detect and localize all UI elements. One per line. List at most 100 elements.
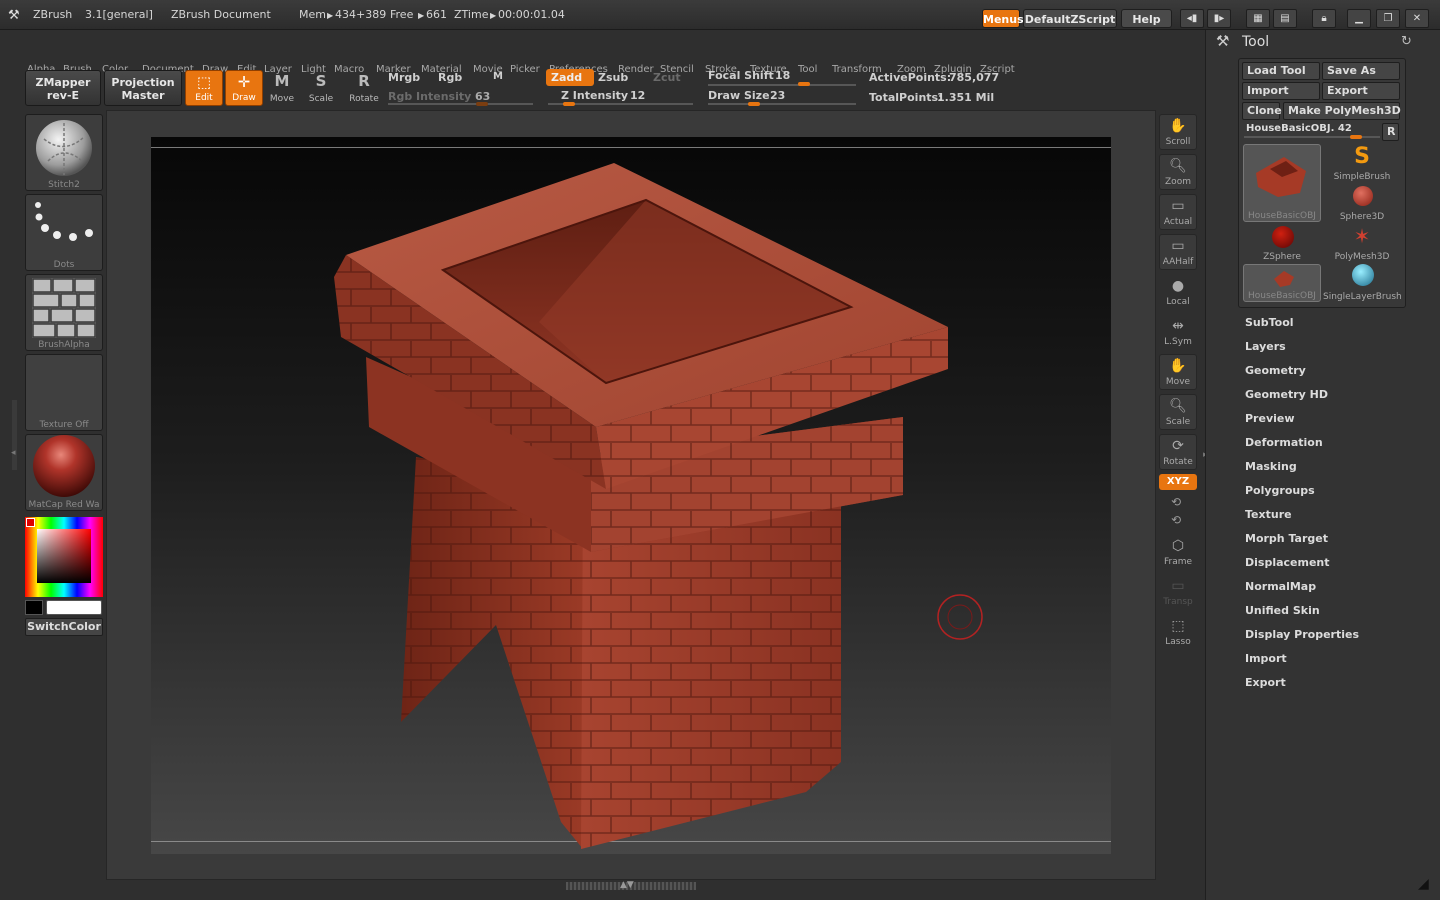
main-color-swatch[interactable] — [46, 600, 102, 615]
view-rotate-button[interactable]: ⟳ Rotate — [1159, 434, 1197, 470]
section-display-properties[interactable]: Display Properties — [1245, 628, 1359, 641]
secondary-color-swatch[interactable] — [25, 600, 43, 615]
canvas[interactable] — [151, 137, 1111, 854]
texture-slot[interactable]: Texture Off — [25, 354, 103, 431]
minimize-icon[interactable]: ▁ — [1347, 9, 1371, 28]
section-geometry[interactable]: Geometry — [1245, 364, 1306, 377]
transp-button[interactable]: ▭ Transp — [1159, 574, 1197, 610]
zoom-button[interactable]: 🔍︎ Zoom — [1159, 154, 1197, 190]
chimney-model[interactable] — [151, 137, 1111, 854]
mrgb-toggle[interactable]: Mrgb — [388, 71, 420, 84]
actual-button[interactable]: ▭ Actual — [1159, 194, 1197, 230]
left-shelf-handle[interactable] — [12, 400, 17, 470]
load-tool-button[interactable]: Load Tool — [1242, 62, 1320, 80]
section-normalmap[interactable]: NormalMap — [1245, 580, 1316, 593]
layout-prev-icon[interactable]: ◂▮ — [1180, 9, 1204, 28]
make-polymesh-button[interactable]: Make PolyMesh3D — [1283, 102, 1401, 120]
switch-color-button[interactable]: SwitchColor — [25, 618, 103, 636]
tool-thumb-sphere3d[interactable]: Sphere3D — [1323, 184, 1401, 222]
menu-picker[interactable]: Picker — [510, 64, 540, 75]
stroke-slot[interactable]: Dots — [25, 194, 103, 271]
zsub-toggle[interactable]: Zsub — [598, 71, 628, 84]
section-geometry-hd[interactable]: Geometry HD — [1245, 388, 1328, 401]
section-polygroups[interactable]: Polygroups — [1245, 484, 1315, 497]
aahalf-button[interactable]: ▭ AAHalf — [1159, 234, 1197, 270]
draw-mode-button[interactable]: ✛ Draw — [225, 70, 263, 106]
material-slot[interactable]: MatCap Red Wa — [25, 434, 103, 511]
rotate-mode-button[interactable]: R Rotate — [345, 70, 383, 106]
import-tool-button[interactable]: Import — [1242, 82, 1320, 100]
lasso-button[interactable]: ⬚ Lasso — [1159, 614, 1197, 650]
draw-size-knob[interactable] — [748, 102, 760, 106]
current-tool-name[interactable]: HouseBasicOBJ. 42 — [1246, 123, 1352, 134]
brush-slot[interactable]: Stitch2 — [25, 114, 103, 191]
draw-size-slider[interactable] — [708, 103, 856, 105]
rgb-toggle[interactable]: Rgb — [438, 71, 462, 84]
focal-shift-knob[interactable] — [798, 82, 810, 86]
z-intensity-knob[interactable] — [563, 102, 575, 106]
rgb-intensity-slider[interactable] — [388, 103, 533, 105]
xyz-toggle[interactable]: XYZ — [1159, 474, 1197, 490]
section-masking[interactable]: Masking — [1245, 460, 1297, 473]
lsym-button[interactable]: ⇹ L.Sym — [1159, 314, 1197, 350]
tool-thumb-singlelayerbrush[interactable]: SingleLayerBrush — [1323, 264, 1402, 302]
rgb-intensity-knob[interactable] — [476, 102, 488, 106]
help-button[interactable]: Help — [1121, 9, 1172, 28]
clone-button[interactable]: Clone — [1242, 102, 1282, 120]
section-layers[interactable]: Layers — [1245, 340, 1286, 353]
section-unified-skin[interactable]: Unified Skin — [1245, 604, 1320, 617]
section-morph-target[interactable]: Morph Target — [1245, 532, 1328, 545]
m-toggle[interactable]: M — [493, 71, 503, 82]
move-mode-button[interactable]: M Move — [263, 70, 301, 106]
transp-label: Transp — [1163, 597, 1193, 607]
scroll-button[interactable]: ✋ Scroll — [1159, 114, 1197, 150]
rotate-y-icon[interactable]: ⟲ — [1171, 495, 1181, 509]
left-collapse-icon[interactable]: ◂ — [11, 448, 16, 458]
color-saturation-square[interactable] — [37, 529, 91, 583]
view-move-button[interactable]: ✋ Move — [1159, 354, 1197, 390]
projection-master-button[interactable]: Projection Master — [104, 70, 182, 106]
edit-mode-button[interactable]: ⬚ Edit — [185, 70, 223, 106]
menus-button[interactable]: Menus — [982, 9, 1024, 28]
rotate-z-icon[interactable]: ⟲ — [1171, 513, 1181, 527]
focal-shift-slider[interactable] — [708, 84, 856, 86]
layout-a-icon[interactable]: ▦ — [1246, 9, 1270, 28]
save-as-button[interactable]: Save As — [1322, 62, 1400, 80]
resize-grip-icon[interactable]: ◢ — [1418, 876, 1429, 892]
alpha-slot[interactable]: BrushAlpha — [25, 274, 103, 351]
tool-thumb-house-small[interactable]: HouseBasicOBJ — [1243, 264, 1321, 302]
close-icon[interactable]: ✕ — [1405, 9, 1429, 28]
restore-icon[interactable]: ❐ — [1376, 9, 1400, 28]
scale-mode-button[interactable]: S Scale — [302, 70, 340, 106]
tool-size-knob[interactable] — [1350, 135, 1362, 139]
section-import[interactable]: Import — [1245, 652, 1287, 665]
section-export[interactable]: Export — [1245, 676, 1286, 689]
export-tool-button[interactable]: Export — [1322, 82, 1400, 100]
refresh-icon[interactable]: ↻ — [1401, 34, 1412, 49]
zcut-toggle[interactable]: Zcut — [653, 71, 681, 84]
free-label: Free — [390, 8, 414, 21]
r-button[interactable]: R — [1382, 123, 1399, 141]
tool-thumb-house-large[interactable]: HouseBasicOBJ — [1243, 144, 1321, 222]
layout-b-icon[interactable]: ▤ — [1273, 9, 1297, 28]
local-button[interactable]: ● Local — [1159, 274, 1197, 310]
tool-thumb-polymesh3d[interactable]: ✶ PolyMesh3D — [1323, 224, 1401, 262]
stitch-brush-icon — [36, 120, 92, 176]
section-preview[interactable]: Preview — [1245, 412, 1295, 425]
layout-next-icon[interactable]: ▮▸ — [1207, 9, 1231, 28]
section-subtool[interactable]: SubTool — [1245, 316, 1294, 329]
section-deformation[interactable]: Deformation — [1245, 436, 1323, 449]
tool-thumb-simplebrush[interactable]: S SimpleBrush — [1323, 144, 1401, 182]
color-picker[interactable] — [25, 517, 103, 597]
frame-button[interactable]: ⬡ Frame — [1159, 534, 1197, 570]
default-zscript-button[interactable]: DefaultZScript — [1023, 9, 1117, 28]
menu-tool[interactable]: Tool — [798, 64, 817, 75]
tool-thumb-zsphere[interactable]: ZSphere — [1243, 224, 1321, 262]
section-texture[interactable]: Texture — [1245, 508, 1292, 521]
bottom-collapse-icon[interactable]: ▲▼ — [620, 880, 634, 890]
zmapper-button[interactable]: ZMapper rev-E — [25, 70, 101, 106]
view-scale-button[interactable]: 🔍︎ Scale — [1159, 394, 1197, 430]
lock-icon[interactable]: 🔒︎ — [1312, 9, 1336, 28]
zadd-toggle[interactable]: Zadd — [546, 69, 594, 86]
section-displacement[interactable]: Displacement — [1245, 556, 1330, 569]
